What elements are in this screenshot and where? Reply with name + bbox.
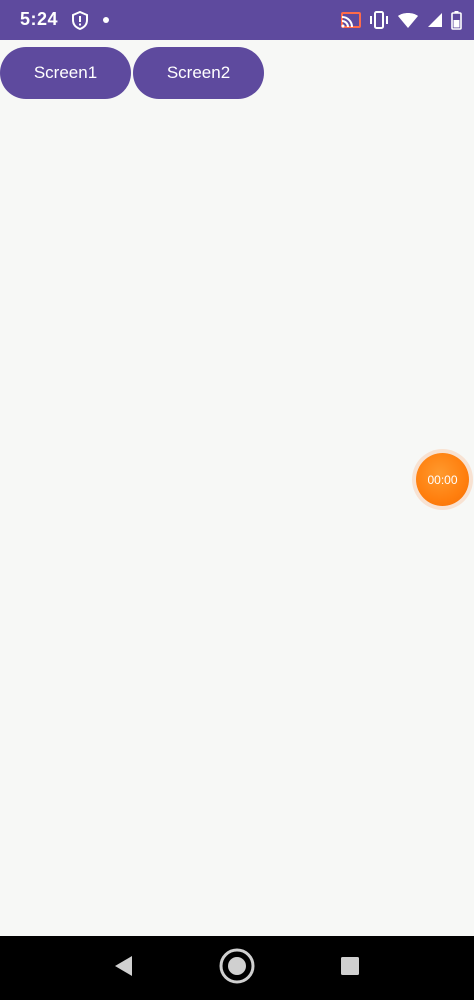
status-time: 5:24	[20, 9, 59, 29]
home-button[interactable]	[219, 948, 255, 989]
battery-icon	[451, 10, 462, 30]
timer-value: 00:00	[427, 472, 458, 487]
notification-dot-icon	[102, 16, 110, 24]
back-icon	[112, 954, 134, 983]
floating-timer-button[interactable]: 00:00	[416, 453, 469, 506]
navigation-bar	[0, 936, 474, 1000]
home-icon	[219, 948, 255, 989]
status-left-icons	[72, 10, 110, 30]
recents-button[interactable]	[332, 950, 368, 986]
status-right-icons	[341, 9, 462, 31]
tab-row: Screen1 Screen2	[0, 47, 264, 99]
shield-alert-icon	[72, 10, 88, 30]
cast-icon	[341, 11, 361, 29]
wifi-icon	[397, 12, 419, 29]
tab-screen1[interactable]: Screen1	[0, 47, 131, 99]
app-screen: 5:24 Screen1 Screen2 00:00	[0, 0, 474, 1000]
signal-icon	[427, 12, 443, 28]
tab-screen2[interactable]: Screen2	[133, 47, 264, 99]
back-button[interactable]	[105, 950, 141, 986]
recents-icon	[340, 956, 360, 981]
vibrate-icon	[369, 11, 389, 29]
status-bar: 5:24	[0, 0, 474, 40]
